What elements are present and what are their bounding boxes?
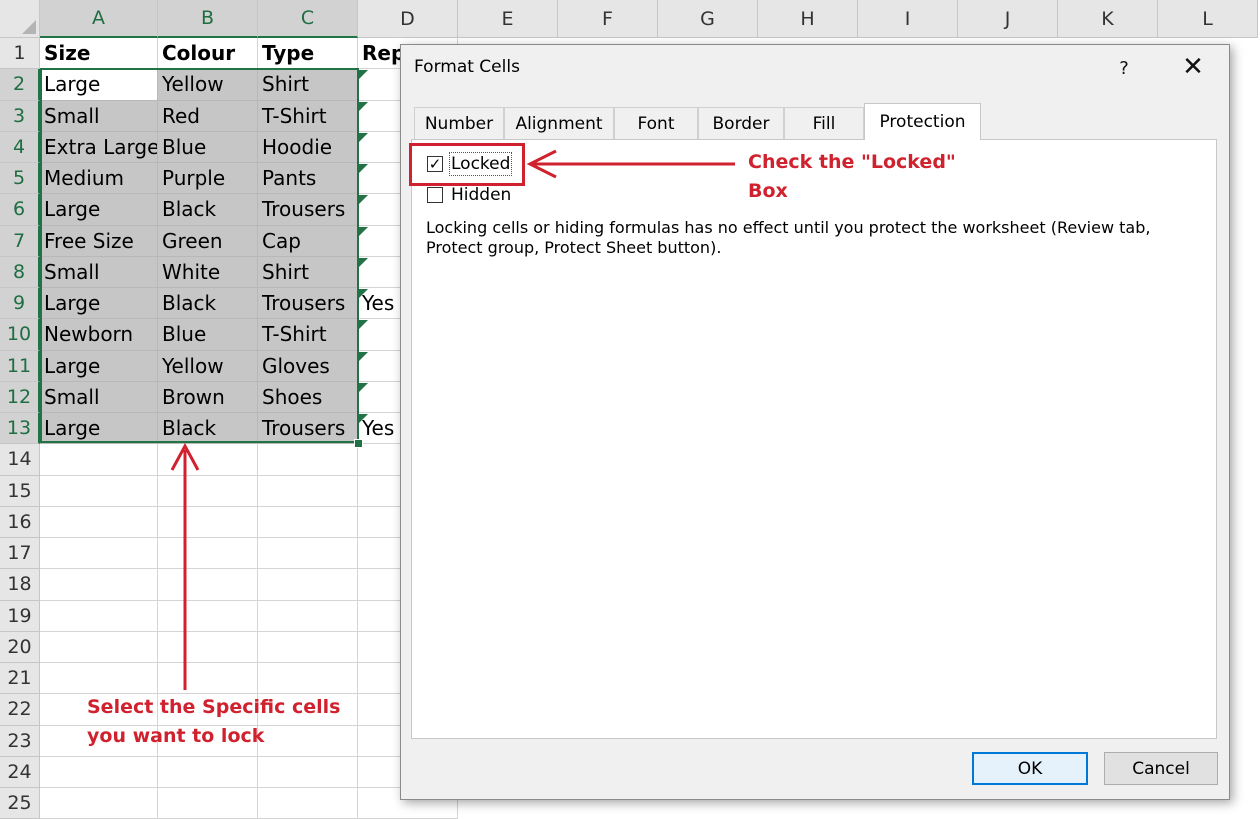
- select-note-line2: you want to lock: [87, 725, 265, 747]
- locked-note-line2: Box: [748, 180, 788, 202]
- select-note-line1: Select the Specific cells: [87, 696, 341, 718]
- locked-note-line1: Check the "Locked": [748, 151, 956, 173]
- tab-protection[interactable]: Protection: [864, 103, 981, 140]
